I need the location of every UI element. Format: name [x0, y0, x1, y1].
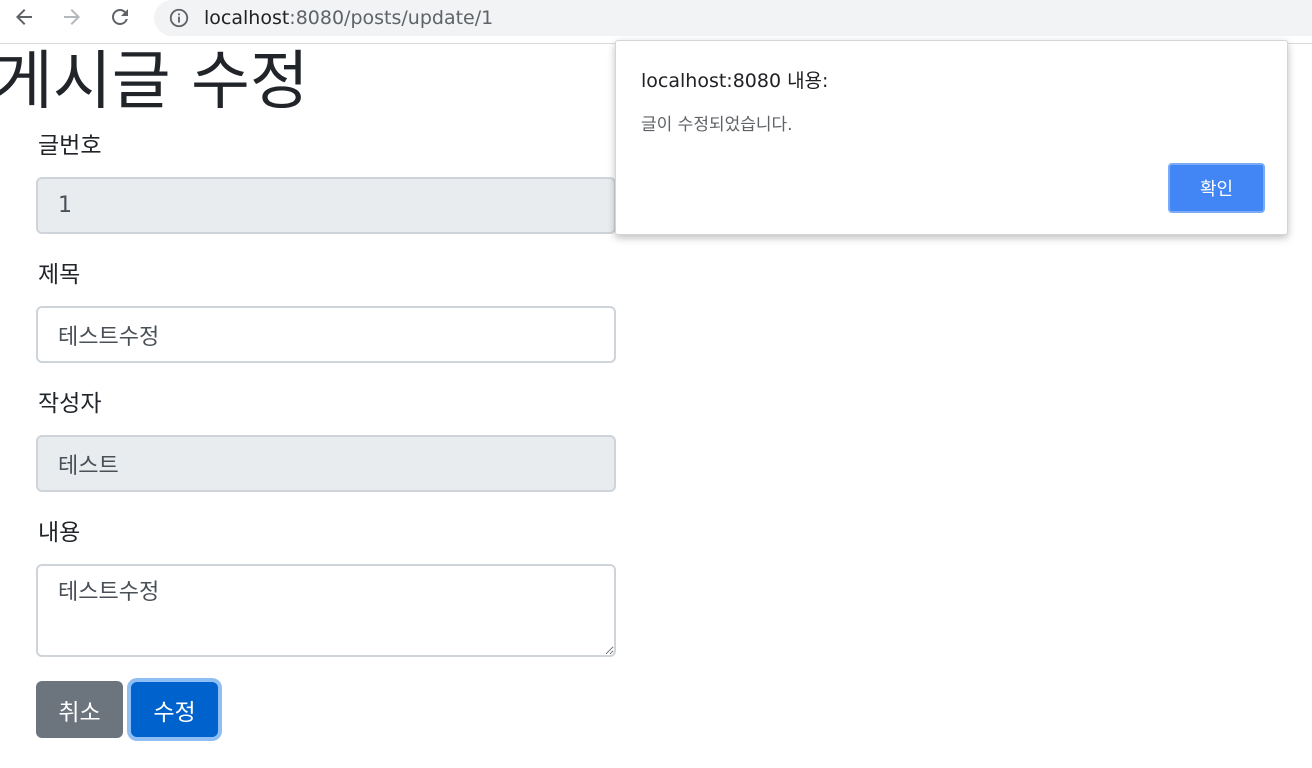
content-label: 내용 — [38, 520, 81, 546]
url-path: :8080/posts/update/1 — [289, 7, 494, 29]
address-bar[interactable]: localhost:8080/posts/update/1 — [154, 0, 1312, 36]
alert-dialog: localhost:8080 내용: 글이 수정되었습니다. 확인 — [615, 40, 1288, 235]
post-number-label: 글번호 — [38, 133, 102, 159]
browser-toolbar: localhost:8080/posts/update/1 — [0, 0, 1312, 44]
arrow-left-icon — [16, 9, 32, 25]
cancel-button[interactable]: 취소 — [36, 681, 123, 738]
forward-button[interactable] — [58, 3, 86, 31]
submit-button[interactable]: 수정 — [131, 682, 218, 737]
back-button[interactable] — [10, 3, 38, 31]
content-textarea[interactable]: 테스트수정 — [36, 564, 616, 657]
info-icon[interactable] — [168, 7, 190, 29]
title-input[interactable] — [36, 306, 616, 363]
page-title: 게시글 수정 — [0, 45, 309, 119]
author-label: 작성자 — [38, 391, 102, 417]
url-text[interactable]: localhost:8080/posts/update/1 — [204, 7, 493, 29]
url-host: localhost — [204, 7, 290, 29]
alert-title: localhost:8080 내용: — [641, 70, 829, 92]
post-number-input[interactable] — [36, 177, 616, 234]
alert-ok-button[interactable]: 확인 — [1168, 163, 1265, 213]
alert-message: 글이 수정되었습니다. — [641, 115, 793, 135]
reload-icon — [112, 8, 128, 25]
reload-button[interactable] — [106, 3, 134, 31]
title-label: 제목 — [38, 262, 81, 288]
author-input[interactable] — [36, 435, 616, 492]
arrow-right-icon — [64, 9, 80, 25]
